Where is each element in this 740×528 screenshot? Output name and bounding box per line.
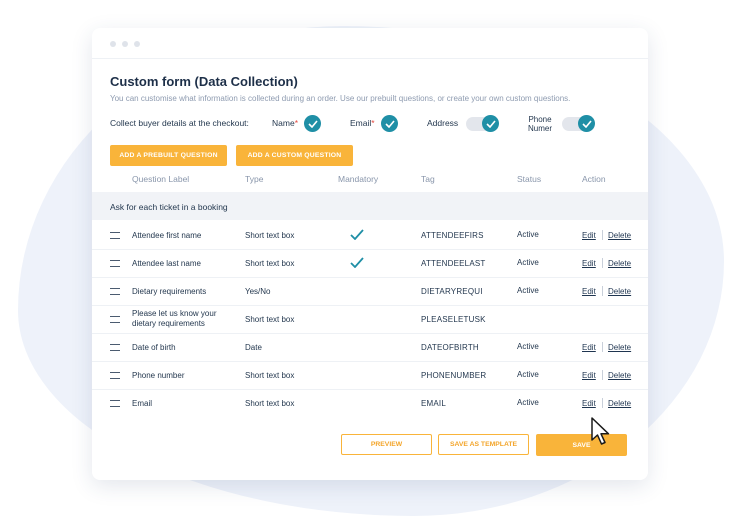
- save-button[interactable]: SAVE: [536, 434, 627, 456]
- delete-link[interactable]: Delete: [608, 399, 631, 408]
- column-header-question-label: Question Label: [132, 174, 190, 184]
- column-header-tag: Tag: [421, 174, 435, 184]
- edit-link[interactable]: Edit: [582, 343, 596, 352]
- preview-button[interactable]: PREVIEW: [341, 434, 432, 455]
- action-divider: [602, 258, 603, 268]
- email-toggle[interactable]: [381, 115, 398, 132]
- add-prebuilt-question-button[interactable]: ADD A PREBUILT QUESTION: [110, 145, 227, 166]
- column-header-status: Status: [517, 174, 542, 184]
- drag-handle-icon[interactable]: [110, 288, 120, 295]
- edit-link[interactable]: Edit: [582, 287, 596, 296]
- window-dot-icon: [110, 41, 116, 47]
- check-icon: [307, 119, 318, 128]
- phone-toggle-knob[interactable]: [578, 115, 595, 132]
- save-as-template-button[interactable]: SAVE AS TEMPLATE: [438, 434, 529, 455]
- delete-link[interactable]: Delete: [608, 259, 631, 268]
- question-label: Attendee last name: [132, 259, 201, 268]
- drag-handle-icon[interactable]: [110, 316, 120, 323]
- question-tag: PHONENUMBER: [421, 371, 487, 380]
- question-type: Short text box: [245, 231, 295, 240]
- mandatory-check-icon: [350, 229, 364, 240]
- cursor-arrow-icon: [591, 417, 610, 445]
- window-titlebar: [92, 28, 648, 59]
- app-window: Custom form (Data Collection) You can cu…: [92, 28, 648, 480]
- question-label: Phone number: [132, 371, 185, 380]
- option-phone-label: Phone Numer: [528, 115, 553, 133]
- question-status: Active: [517, 286, 539, 295]
- drag-handle-icon[interactable]: [110, 400, 120, 407]
- check-icon: [581, 119, 592, 128]
- edit-link[interactable]: Edit: [582, 399, 596, 408]
- question-type: Short text box: [245, 315, 295, 324]
- question-status: Active: [517, 370, 539, 379]
- action-divider: [602, 370, 603, 380]
- action-divider: [602, 398, 603, 408]
- edit-link[interactable]: Edit: [582, 259, 596, 268]
- action-divider: [602, 286, 603, 296]
- column-header-action: Action: [582, 174, 606, 184]
- table-group-row: Ask for each ticket in a booking: [92, 192, 648, 220]
- delete-link[interactable]: Delete: [608, 287, 631, 296]
- question-tag: PLEASELETUSK: [421, 315, 486, 324]
- mandatory-check-icon: [350, 257, 364, 268]
- add-custom-question-button[interactable]: ADD A CUSTOM QUESTION: [236, 145, 353, 166]
- question-type: Short text box: [245, 371, 295, 380]
- drag-handle-icon[interactable]: [110, 372, 120, 379]
- drag-handle-icon[interactable]: [110, 232, 120, 239]
- table-row: Attendee last name Short text box ATTEND…: [92, 249, 648, 278]
- question-label: Please let us know your dietary requirem…: [132, 309, 217, 328]
- option-name-label: Name*: [272, 118, 298, 128]
- edit-link[interactable]: Edit: [582, 371, 596, 380]
- option-email-label: Email*: [350, 118, 375, 128]
- option-address-label: Address: [427, 118, 459, 128]
- question-type: Short text box: [245, 399, 295, 408]
- table-row: Date of birth Date DATEOFBIRTH Active Ed…: [92, 333, 648, 362]
- question-status: Active: [517, 342, 539, 351]
- question-status: Active: [517, 258, 539, 267]
- question-tag: ATTENDEELAST: [421, 259, 486, 268]
- window-dot-icon: [122, 41, 128, 47]
- delete-link[interactable]: Delete: [608, 371, 631, 380]
- column-header-type: Type: [245, 174, 264, 184]
- table-row: Email Short text box EMAIL Active Edit D…: [92, 389, 648, 417]
- question-status: Active: [517, 230, 539, 239]
- question-status: Active: [517, 398, 539, 407]
- question-tag: ATTENDEEFIRS: [421, 231, 484, 240]
- table-row: Phone number Short text box PHONENUMBER …: [92, 361, 648, 390]
- question-tag: DIETARYREQUI: [421, 287, 483, 296]
- group-label: Ask for each ticket in a booking: [110, 202, 228, 212]
- question-type: Short text box: [245, 259, 295, 268]
- question-label: Date of birth: [132, 343, 176, 352]
- question-type: Date: [245, 343, 262, 352]
- drag-handle-icon[interactable]: [110, 344, 120, 351]
- delete-link[interactable]: Delete: [608, 231, 631, 240]
- question-tag: EMAIL: [421, 399, 447, 408]
- table-row: Please let us know your dietary requirem…: [92, 305, 648, 334]
- page-title: Custom form (Data Collection): [110, 74, 298, 89]
- question-label: Email: [132, 399, 153, 408]
- page-subtitle: You can customise what information is co…: [110, 94, 571, 103]
- question-type: Yes/No: [245, 287, 271, 296]
- question-label: Dietary requirements: [132, 287, 207, 296]
- check-icon: [485, 119, 496, 128]
- action-divider: [602, 342, 603, 352]
- action-divider: [602, 230, 603, 240]
- table-row: Attendee first name Short text box ATTEN…: [92, 221, 648, 250]
- window-dot-icon: [134, 41, 140, 47]
- table-row: Dietary requirements Yes/No DIETARYREQUI…: [92, 277, 648, 306]
- edit-link[interactable]: Edit: [582, 231, 596, 240]
- delete-link[interactable]: Delete: [608, 343, 631, 352]
- name-toggle[interactable]: [304, 115, 321, 132]
- column-header-mandatory: Mandatory: [338, 174, 379, 184]
- address-toggle-knob[interactable]: [482, 115, 499, 132]
- collect-details-label: Collect buyer details at the checkout:: [110, 118, 249, 128]
- check-icon: [384, 119, 395, 128]
- drag-handle-icon[interactable]: [110, 260, 120, 267]
- question-label: Attendee first name: [132, 231, 202, 240]
- question-tag: DATEOFBIRTH: [421, 343, 479, 352]
